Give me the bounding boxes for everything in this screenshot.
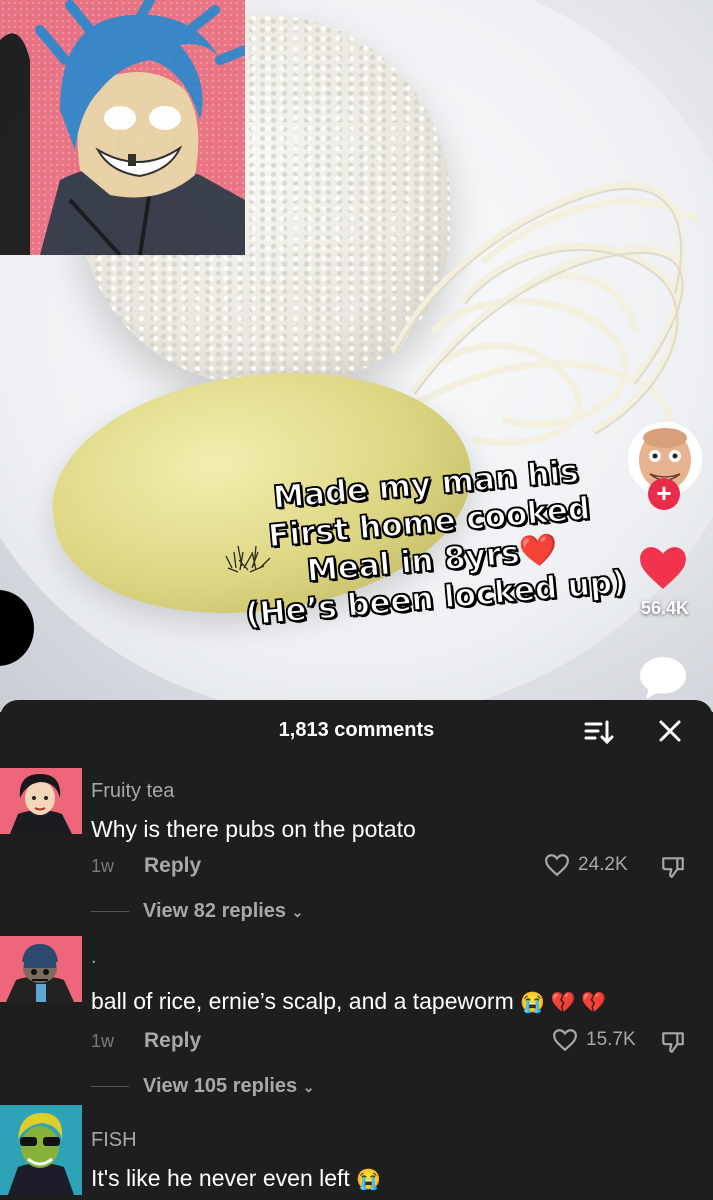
reply-button[interactable]: Reply — [144, 1029, 201, 1053]
comment-username[interactable]: FISH — [91, 1129, 137, 1152]
chevron-down-icon: ⌄ — [291, 904, 304, 920]
reply-button[interactable]: Reply — [144, 854, 201, 878]
view-replies-label: View 105 replies — [143, 1075, 298, 1097]
comment-emojis: 😭 — [356, 1169, 382, 1191]
like-heart-icon[interactable] — [638, 545, 688, 591]
commenter-avatar[interactable] — [0, 768, 82, 834]
comment-text: It's like he never even left 😭 — [91, 1165, 381, 1192]
commenter-avatar[interactable] — [0, 936, 82, 1002]
comment-bubble-icon[interactable] — [638, 655, 688, 701]
heart-outline-icon — [553, 1029, 577, 1052]
comment-item: . ball of rice, ernie’s scalp, and a tap… — [0, 936, 713, 1106]
comment-text-body: It's like he never even left — [91, 1165, 350, 1191]
dislike-icon[interactable] — [660, 854, 686, 880]
chevron-down-icon: ⌄ — [302, 1079, 315, 1095]
comment-text: Why is there pubs on the potato — [91, 816, 416, 842]
comment-username[interactable]: . — [91, 946, 97, 969]
comment-time: 1w — [91, 1031, 115, 1051]
commenter-avatar[interactable] — [0, 1105, 82, 1195]
follow-button[interactable]: + — [648, 478, 680, 510]
comments-header: 1,813 comments — [0, 700, 713, 762]
comment-item: FISH It's like he never even left 😭 — [0, 1105, 713, 1200]
close-icon[interactable] — [655, 716, 685, 746]
comment-time: 1w — [91, 856, 115, 876]
comment-like-count: 15.7K — [586, 1029, 636, 1050]
view-replies-link[interactable]: View 82 replies ⌄ — [143, 900, 303, 923]
like-count: 56.4K — [640, 598, 690, 618]
view-replies-link[interactable]: View 105 replies ⌄ — [143, 1075, 314, 1098]
comments-panel: 1,813 comments Fruity tea Why is there p… — [0, 700, 713, 1200]
dislike-icon[interactable] — [660, 1029, 686, 1055]
comment-text-body: ball of rice, ernie’s scalp, and a tapew… — [91, 988, 514, 1014]
comment-text: ball of rice, ernie’s scalp, and a tapew… — [91, 988, 606, 1015]
comment-emojis: 😭 💔 💔 — [520, 992, 606, 1014]
view-replies-label: View 82 replies — [143, 900, 287, 922]
replies-divider — [91, 911, 129, 912]
video-frame[interactable]: Made my man his First home cooked Meal i… — [0, 0, 713, 712]
comment-like-count: 24.2K — [578, 854, 628, 875]
comment-item: Fruity tea Why is there pubs on the pota… — [0, 768, 713, 928]
caption-heart-emoji: ❤️ — [517, 531, 560, 571]
comment-like-button[interactable]: 15.7K — [552, 1028, 636, 1052]
comment-username[interactable]: Fruity tea — [91, 780, 174, 803]
sort-icon[interactable] — [583, 718, 615, 746]
replies-divider — [91, 1086, 129, 1087]
side-shadow-circle — [0, 590, 34, 666]
heart-outline-icon — [545, 854, 569, 877]
cartoon-overlay-image — [0, 0, 245, 255]
comment-like-button[interactable]: 24.2K — [544, 853, 628, 877]
